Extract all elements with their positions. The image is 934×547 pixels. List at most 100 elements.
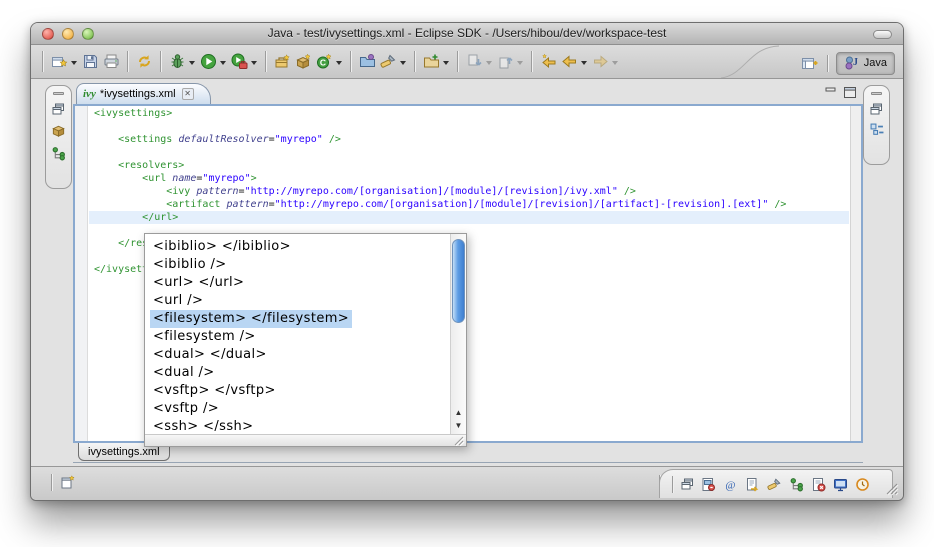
fast-view-tray: @ (659, 469, 893, 498)
completion-item[interactable]: <ibiblio> </ibiblio> (146, 238, 450, 256)
outline-icon[interactable] (870, 123, 884, 137)
javadoc-icon[interactable]: @ (723, 477, 738, 492)
last-edit-location-button[interactable] (538, 49, 559, 75)
code-line[interactable]: <url name="myrepo"> (89, 172, 849, 185)
code-line[interactable] (89, 120, 849, 133)
dropdown-arrow-icon[interactable] (336, 61, 342, 68)
new-java-project-button[interactable] (272, 49, 293, 75)
titlebar[interactable]: Java - test/ivysettings.xml - Eclipse SD… (31, 23, 903, 45)
save-button[interactable] (80, 49, 101, 75)
previous-annotation-button[interactable] (495, 49, 526, 75)
console-icon[interactable] (833, 477, 848, 492)
window-title: Java - test/ivysettings.xml - Eclipse SD… (31, 23, 903, 44)
debug-icon (169, 53, 186, 70)
overview-ruler[interactable] (850, 106, 861, 441)
run-button[interactable] (198, 49, 229, 75)
completion-item[interactable]: <url /> (146, 292, 450, 310)
back-button[interactable] (559, 49, 590, 75)
dropdown-arrow-icon[interactable] (189, 61, 195, 68)
popup-resize-grip[interactable] (453, 435, 465, 446)
forward-icon (592, 53, 609, 70)
perspective-bar-curve (719, 45, 781, 78)
package-explorer-icon[interactable] (51, 123, 66, 138)
open-resource-button[interactable] (421, 49, 452, 75)
external-tools-button[interactable] (229, 49, 260, 75)
popup-scrollbar[interactable]: ▲ ▼ (450, 234, 466, 434)
open-type-button[interactable] (357, 49, 378, 75)
dropdown-arrow-icon[interactable] (517, 61, 523, 68)
window-resize-grip[interactable] (885, 482, 899, 496)
minimize-editor-button[interactable] (825, 87, 837, 98)
dropdown-arrow-icon[interactable] (612, 61, 618, 68)
completion-item[interactable]: <vsftp> </vsftp> (146, 382, 450, 400)
completion-item[interactable]: <ssh> </ssh> (146, 418, 450, 433)
search-icon[interactable] (767, 477, 782, 492)
java-perspective-button[interactable]: J Java (836, 52, 895, 75)
editor-tab[interactable]: ivy *ivysettings.xml ✕ (76, 83, 211, 104)
next-annotation-icon (466, 53, 483, 70)
code-line[interactable]: <settings defaultResolver="myrepo" /> (89, 133, 849, 146)
type-hierarchy-icon[interactable] (51, 146, 66, 161)
toolbar-separator (457, 51, 459, 72)
completion-item[interactable]: <dual> </dual> (146, 346, 450, 364)
toolbar-toggle-button[interactable] (873, 30, 892, 39)
scrollbar-arrows: ▲ ▼ (451, 407, 466, 432)
scroll-up-button[interactable]: ▲ (455, 407, 463, 419)
restore-views-icon[interactable] (681, 478, 694, 490)
completion-item[interactable]: <filesystem> </filesystem> (146, 310, 450, 328)
completion-item[interactable]: <url> </url> (146, 274, 450, 292)
code-line[interactable]: <artifact pattern="http://myrepo.com/[or… (89, 198, 849, 211)
print-button[interactable] (101, 49, 122, 75)
close-tab-icon[interactable]: ✕ (182, 88, 194, 100)
build-all-button[interactable] (134, 49, 155, 75)
dropdown-arrow-icon[interactable] (581, 61, 587, 68)
code-line[interactable]: <resolvers> (89, 159, 849, 172)
dropdown-arrow-icon[interactable] (251, 61, 257, 68)
completion-item[interactable]: <vsftp /> (146, 400, 450, 418)
code-line[interactable]: <ivy pattern="http://myrepo.com/[organis… (89, 185, 849, 198)
minimize-handle-icon[interactable] (53, 92, 64, 95)
minimize-handle-icon[interactable] (871, 92, 882, 95)
scroll-down-button[interactable]: ▼ (455, 420, 463, 432)
save-icon (82, 53, 99, 70)
external-tools-icon (231, 53, 248, 70)
code-line[interactable]: <ivysettings> (89, 107, 849, 120)
close-window-button[interactable] (42, 28, 54, 40)
new-package-button[interactable] (293, 49, 314, 75)
code-line[interactable]: </url> (89, 211, 849, 224)
problems-icon[interactable] (811, 477, 826, 492)
completion-item[interactable]: <dual /> (146, 364, 450, 382)
error-log-icon[interactable] (701, 477, 716, 492)
dropdown-arrow-icon[interactable] (220, 61, 226, 68)
debug-button[interactable] (167, 49, 198, 75)
completion-item[interactable]: <filesystem /> (146, 328, 450, 346)
scrollbar-thumb[interactable] (452, 239, 465, 323)
code-line[interactable] (89, 146, 849, 159)
declaration-icon[interactable] (745, 477, 760, 492)
status-bar: @ (31, 466, 903, 500)
completion-list: <ibiblio> </ibiblio><ibiblio /><url> </u… (146, 234, 450, 433)
forward-button[interactable] (590, 49, 621, 75)
ivy-file-icon: ivy (83, 89, 96, 99)
dropdown-arrow-icon[interactable] (443, 61, 449, 68)
show-view-as-fast-view-button[interactable] (60, 474, 77, 491)
new-class-button[interactable]: C (314, 49, 345, 75)
new-wizard-button[interactable] (49, 49, 80, 75)
maximize-editor-button[interactable] (844, 87, 856, 98)
open-perspective-button[interactable] (799, 50, 820, 76)
source-page-tab-label: ivysettings.xml (88, 446, 160, 458)
restore-views-icon[interactable] (52, 103, 65, 115)
workbench-area: ivy *ivysettings.xml ✕ <ivysettings> <se… (31, 79, 903, 468)
dropdown-arrow-icon[interactable] (71, 61, 77, 68)
zoom-window-button[interactable] (82, 28, 94, 40)
dropdown-arrow-icon[interactable] (486, 61, 492, 68)
search-button[interactable] (378, 49, 409, 75)
minimize-window-button[interactable] (62, 28, 74, 40)
call-hierarchy-icon[interactable] (789, 477, 804, 492)
restore-views-icon[interactable] (870, 103, 883, 115)
completion-item[interactable]: <ibiblio /> (146, 256, 450, 274)
progress-icon[interactable] (855, 477, 870, 492)
next-annotation-button[interactable] (464, 49, 495, 75)
dropdown-arrow-icon[interactable] (400, 61, 406, 68)
print-icon (103, 53, 120, 70)
